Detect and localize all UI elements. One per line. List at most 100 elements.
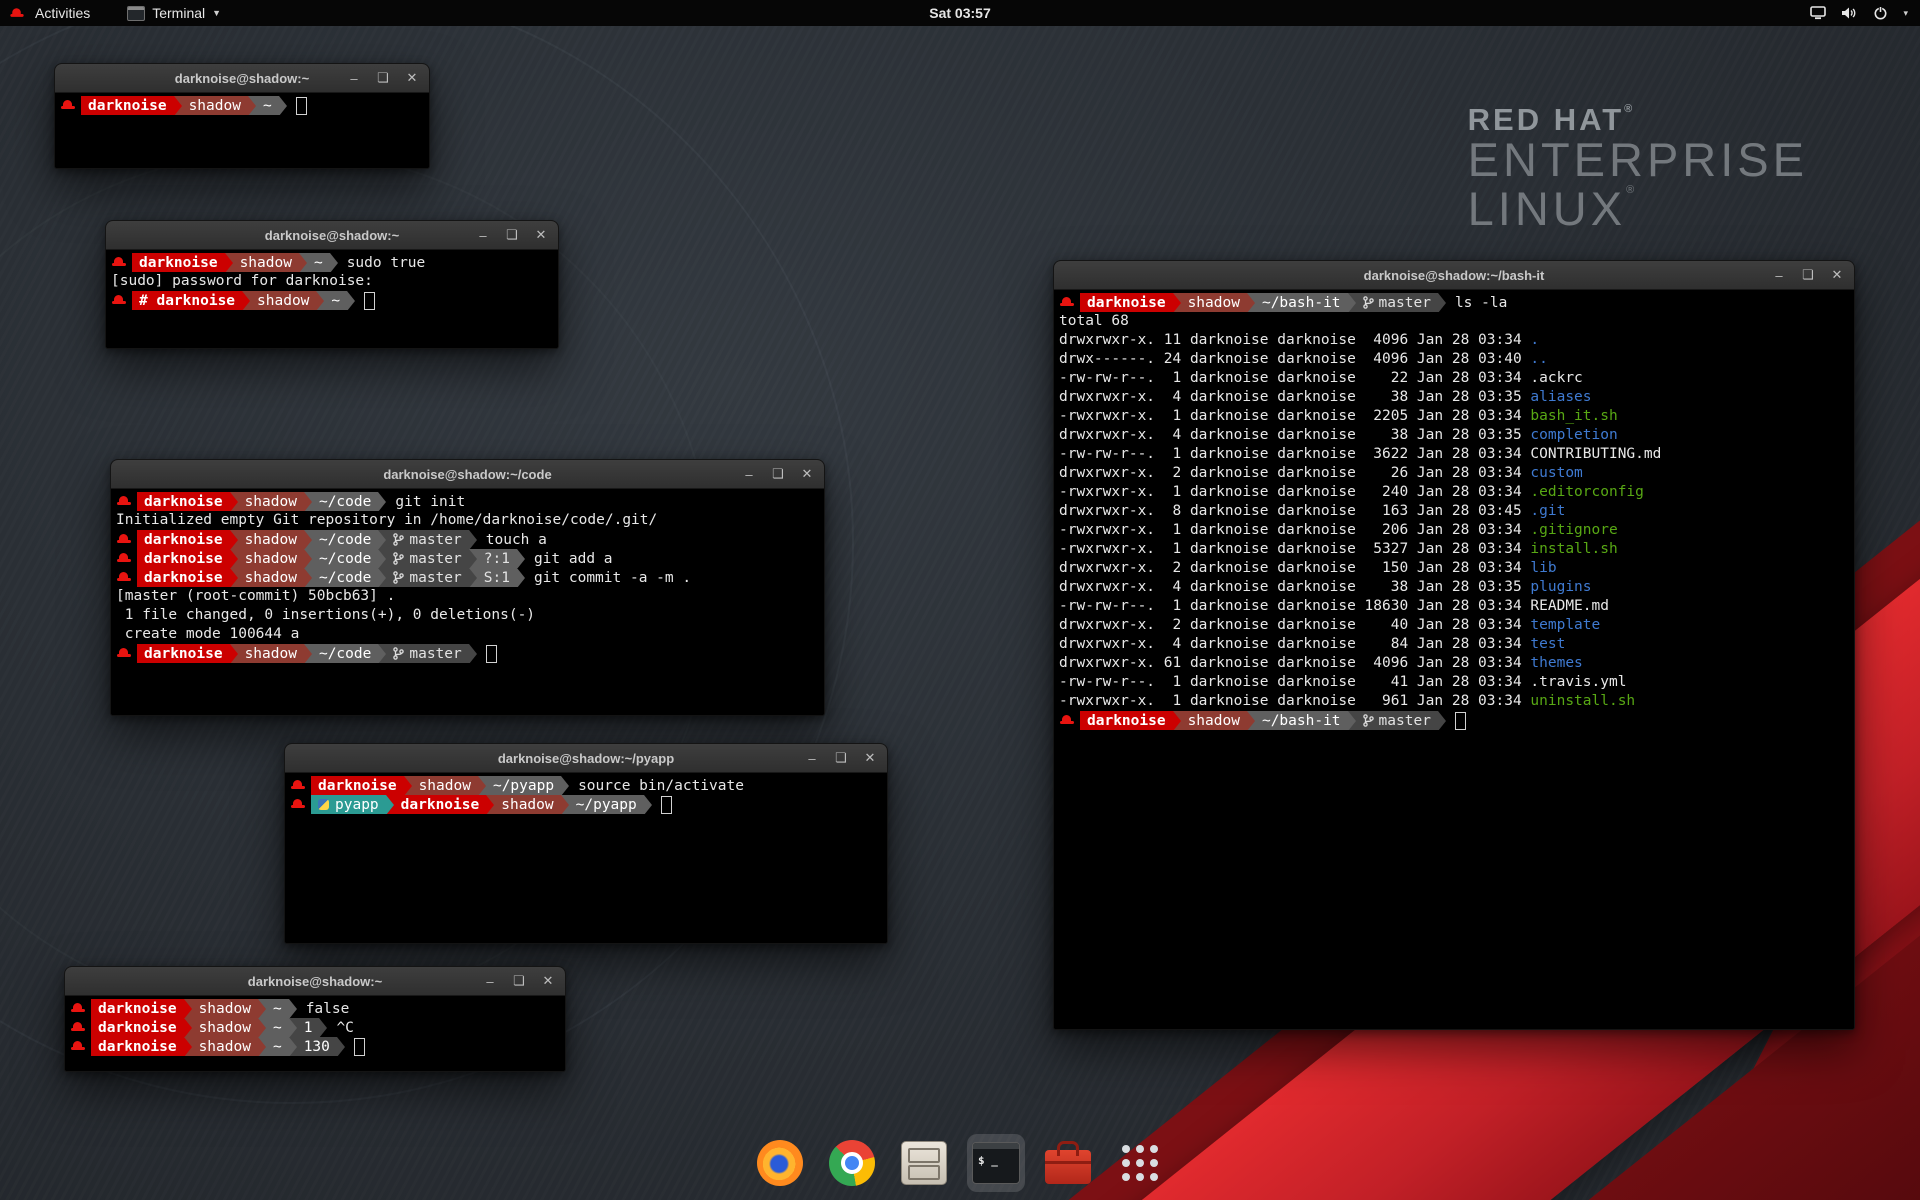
powerline-separator [469, 530, 477, 549]
powerline-separator [1173, 711, 1181, 730]
close-button[interactable]: ✕ [534, 227, 548, 243]
window-title: darknoise@shadow:~ [175, 71, 309, 86]
terminal-window-pyapp[interactable]: darknoise@shadow:~/pyapp – ❏ ✕ darknoise… [284, 743, 888, 944]
file-name: .ackrc [1530, 370, 1582, 386]
redhat-prompt-icon [291, 779, 305, 792]
clock[interactable]: Sat 03:57 [929, 5, 990, 21]
prompt-segment-host: shadow [233, 253, 299, 272]
terminal-output-line: [sudo] password for darknoise: [111, 272, 553, 291]
activities-button[interactable]: Activities [31, 5, 94, 21]
file-name: install.sh [1530, 541, 1617, 557]
prompt-segment-path: ~ [256, 96, 279, 115]
prompt-line: darknoiseshadow~/bash-itmaster [1059, 711, 1849, 730]
powerline-separator [404, 776, 412, 795]
redhat-prompt-icon [117, 495, 131, 508]
powerline-separator [230, 530, 238, 549]
window-titlebar[interactable]: darknoise@shadow:~ – ❏ ✕ [106, 221, 558, 250]
window-titlebar[interactable]: darknoise@shadow:~ – ❏ ✕ [55, 64, 429, 93]
maximize-button[interactable]: ❏ [1801, 267, 1815, 283]
dock-item-chrome[interactable] [823, 1134, 881, 1192]
prompt-segment-user: darknoise [137, 568, 230, 587]
dock-item-terminal[interactable] [967, 1134, 1025, 1192]
prompt-segment-host: shadow [250, 291, 316, 310]
minimize-button[interactable]: – [742, 467, 756, 482]
prompt-line: darknoiseshadow~/pyappsource bin/activat… [290, 776, 882, 795]
ls-output-line: drwxrwxr-x. 8 darknoise darknoise 163 Ja… [1059, 502, 1849, 521]
git-branch-icon [393, 647, 404, 660]
close-button[interactable]: ✕ [541, 973, 555, 989]
powerline-separator [289, 999, 297, 1018]
prompt-segment-user: darknoise [1080, 711, 1173, 730]
redhat-prompt-icon [71, 1002, 85, 1015]
file-name: test [1530, 636, 1565, 652]
prompt-segment-git: master [386, 568, 468, 587]
command-text: sudo true [347, 255, 426, 271]
minimize-button[interactable]: – [347, 71, 361, 86]
redhat-prompt-icon [117, 571, 131, 584]
ls-output-line: -rwxrwxr-x. 1 darknoise darknoise 961 Ja… [1059, 692, 1849, 711]
file-name: lib [1530, 560, 1556, 576]
powerline-separator [1438, 711, 1446, 730]
terminal-content[interactable]: darknoiseshadow~/bash-itmasterls -latota… [1054, 290, 1854, 1029]
window-titlebar[interactable]: darknoise@shadow:~ – ❏ ✕ [65, 967, 565, 996]
prompt-segment-host: shadow [238, 568, 304, 587]
prompt-segment-path: ~/bash-it [1255, 711, 1348, 730]
maximize-button[interactable]: ❏ [512, 973, 526, 989]
terminal-window-exitcodes[interactable]: darknoise@shadow:~ – ❏ ✕ darknoiseshadow… [64, 966, 566, 1072]
file-name: themes [1530, 655, 1582, 671]
prompt-line: darknoiseshadow~/codemasterS:1git commit… [116, 568, 819, 587]
dock-item-files[interactable] [895, 1134, 953, 1192]
powerline-separator [248, 96, 256, 115]
prompt-segment-user: darknoise [1080, 293, 1173, 312]
window-titlebar[interactable]: darknoise@shadow:~/bash-it – ❏ ✕ [1054, 261, 1854, 290]
powerline-separator [378, 549, 386, 568]
prompt-line: darknoiseshadow~/codegit init [116, 492, 819, 511]
ls-output-line: drwx------. 24 darknoise darknoise 4096 … [1059, 350, 1849, 369]
prompt-segment-path: ~/pyapp [569, 795, 644, 814]
prompt-segment-path: ~ [324, 291, 347, 310]
close-button[interactable]: ✕ [1830, 267, 1844, 283]
maximize-button[interactable]: ❏ [505, 227, 519, 243]
dock-item-software-toolbox[interactable] [1039, 1134, 1097, 1192]
maximize-button[interactable]: ❏ [834, 750, 848, 766]
prompt-line: pyappdarknoiseshadow~/pyapp [290, 795, 882, 814]
system-status-area[interactable]: ▾ [1810, 6, 1920, 20]
file-name: plugins [1530, 579, 1591, 595]
terminal-content[interactable]: darknoiseshadow~ [55, 93, 429, 168]
ls-output-line: -rw-rw-r--. 1 darknoise darknoise 3622 J… [1059, 445, 1849, 464]
minimize-button[interactable]: – [805, 751, 819, 766]
maximize-button[interactable]: ❏ [771, 466, 785, 482]
prompt-line: darknoiseshadow~130 [70, 1037, 560, 1056]
terminal-window-code[interactable]: darknoise@shadow:~/code – ❏ ✕ darknoises… [110, 459, 825, 716]
minimize-button[interactable]: – [483, 974, 497, 989]
terminal-window-bash-it[interactable]: darknoise@shadow:~/bash-it – ❏ ✕ darknoi… [1053, 260, 1855, 1030]
prompt-segment-git: master [386, 644, 468, 663]
close-button[interactable]: ✕ [800, 466, 814, 482]
terminal-content[interactable]: darknoiseshadow~falsedarknoiseshadow~1^C… [65, 996, 565, 1071]
ls-output-line: -rw-rw-r--. 1 darknoise darknoise 18630 … [1059, 597, 1849, 616]
close-button[interactable]: ✕ [863, 750, 877, 766]
close-button[interactable]: ✕ [405, 70, 419, 86]
powerline-separator [230, 568, 238, 587]
file-name: .travis.yml [1530, 674, 1626, 690]
prompt-segment-exit: 130 [297, 1037, 337, 1056]
maximize-button[interactable]: ❏ [376, 70, 390, 86]
terminal-window-sudo[interactable]: darknoise@shadow:~ – ❏ ✕ darknoiseshadow… [105, 220, 559, 349]
window-titlebar[interactable]: darknoise@shadow:~/code – ❏ ✕ [111, 460, 824, 489]
terminal-window-home-1[interactable]: darknoise@shadow:~ – ❏ ✕ darknoiseshadow… [54, 63, 430, 169]
command-text: ls -la [1455, 295, 1507, 311]
prompt-segment-host: shadow [192, 1018, 258, 1037]
minimize-button[interactable]: – [476, 228, 490, 243]
powerline-separator [299, 253, 307, 272]
window-titlebar[interactable]: darknoise@shadow:~/pyapp – ❏ ✕ [285, 744, 887, 773]
terminal-content[interactable]: darknoiseshadow~/codegit initInitialized… [111, 489, 824, 715]
terminal-content[interactable]: darknoiseshadow~/pyappsource bin/activat… [285, 773, 887, 943]
powerline-separator [486, 795, 494, 814]
dock-item-firefox[interactable] [751, 1134, 809, 1192]
app-menu-terminal[interactable]: Terminal ▼ [127, 5, 221, 21]
dock-item-show-applications[interactable] [1111, 1134, 1169, 1192]
terminal-content[interactable]: darknoiseshadow~sudo true[sudo] password… [106, 250, 558, 348]
terminal-cursor [296, 97, 307, 115]
minimize-button[interactable]: – [1772, 268, 1786, 283]
rhel-brand-text: RED HAT® ENTERPRISE LINUX® [1468, 104, 1808, 234]
